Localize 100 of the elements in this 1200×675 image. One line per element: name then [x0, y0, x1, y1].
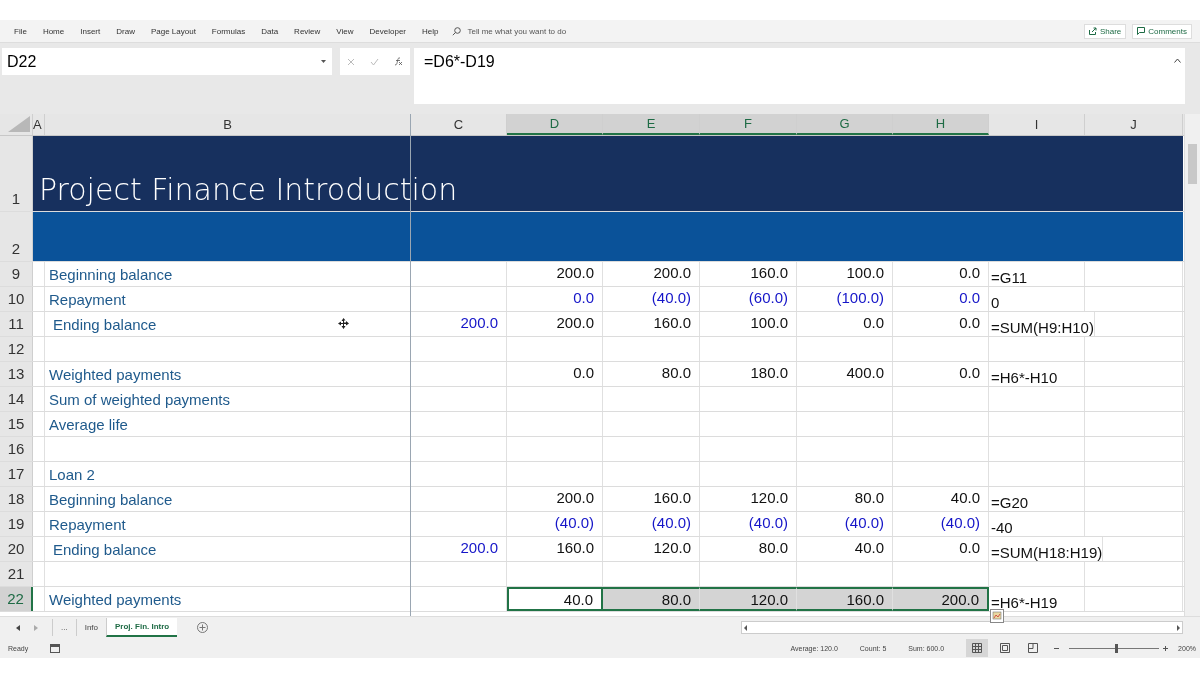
row-header[interactable]: 9	[0, 262, 33, 286]
row-header[interactable]: 1	[0, 136, 33, 211]
column-header[interactable]: E	[603, 114, 700, 135]
row-header[interactable]: 12	[0, 337, 33, 361]
table-cell: 100.0	[797, 262, 893, 286]
table-cell: 160.0	[603, 312, 700, 336]
row-header[interactable]: 10	[0, 287, 33, 311]
table-cell: 200.0	[893, 587, 989, 611]
table-cell: 0.0	[507, 287, 603, 311]
horizontal-scrollbar[interactable]	[741, 621, 1183, 634]
sheet-tab[interactable]: Proj. Fin. Intro	[106, 618, 178, 637]
zoom-slider-thumb[interactable]	[1114, 643, 1118, 653]
column-header[interactable]: G	[797, 114, 893, 135]
table-cell: 160.0	[603, 487, 700, 511]
table-cell: 200.0	[507, 487, 603, 511]
page-break-icon	[1028, 643, 1039, 653]
collapse-icon[interactable]	[1174, 58, 1181, 63]
table-cell: 80.0	[603, 587, 700, 611]
table-cell: (60.0)	[700, 287, 797, 311]
row-header[interactable]: 21	[0, 562, 33, 586]
table-cell: 40.0	[797, 537, 893, 561]
ribbon-tab[interactable]: File	[6, 26, 35, 36]
table-cell: 400.0	[797, 362, 893, 386]
table-cell: 100.0	[700, 312, 797, 336]
table-cell: =SUM(H18:H19)	[989, 537, 1104, 561]
table-cell: (40.0)	[603, 512, 700, 536]
table-cell: 120.0	[700, 487, 797, 511]
ribbon-tab[interactable]: Review	[286, 26, 329, 36]
table-cell: 120.0	[700, 587, 797, 611]
column-header[interactable]: H	[893, 114, 989, 135]
ribbon-tab[interactable]: Formulas	[203, 26, 254, 36]
row-header[interactable]: 15	[0, 412, 33, 436]
sheet-tab[interactable]: ...	[52, 619, 76, 636]
row-header[interactable]: 13	[0, 362, 33, 386]
row-header[interactable]: 14	[0, 387, 33, 411]
ribbon-tab[interactable]: Developer	[361, 26, 414, 36]
table-cell: (40.0)	[603, 287, 700, 311]
row-header[interactable]: 22	[0, 587, 33, 611]
search-field[interactable]: Tell me what you want to do	[465, 25, 610, 37]
macro-record-icon[interactable]	[50, 643, 61, 653]
table-cell: 200.0	[507, 262, 603, 286]
row-header[interactable]: 17	[0, 462, 33, 486]
table-cell: 0.0	[797, 312, 893, 336]
comment-icon	[1137, 27, 1146, 35]
ribbon-tab[interactable]: Data	[253, 26, 287, 36]
comments-button[interactable]: Comments	[1132, 23, 1192, 39]
ribbon-tab[interactable]: Draw	[108, 26, 143, 36]
column-header[interactable]: A	[33, 114, 45, 135]
row-header[interactable]: 20	[0, 537, 33, 561]
table-cell: 80.0	[603, 362, 700, 386]
vertical-scrollbar[interactable]	[1184, 114, 1200, 616]
table-cell: 160.0	[797, 587, 893, 611]
table-cell: (40.0)	[700, 512, 797, 536]
zoom-in-icon[interactable]	[1163, 645, 1169, 651]
grid-view-icon	[972, 643, 983, 653]
column-header[interactable]: D	[507, 114, 603, 135]
ribbon-tab[interactable]: Insert	[72, 26, 109, 36]
previous-sheet-icon[interactable]	[16, 624, 20, 631]
table-cell: 120.0	[603, 537, 700, 561]
table-cell: (40.0)	[797, 512, 893, 536]
row-header[interactable]: 11	[0, 312, 33, 336]
page-layout-icon	[1000, 643, 1011, 653]
row-header[interactable]: 19	[0, 512, 33, 536]
table-cell: 200.0	[507, 312, 603, 336]
scroll-left-icon[interactable]	[742, 623, 750, 632]
ribbon-tab[interactable]: Home	[34, 26, 73, 36]
row-header[interactable]: 2	[0, 212, 33, 261]
search-icon	[452, 26, 462, 36]
table-cell: =G20	[989, 487, 1085, 511]
column-header[interactable]: I	[989, 114, 1085, 135]
share-button[interactable]: Share	[1083, 23, 1127, 39]
table-cell: 200.0	[603, 262, 700, 286]
table-cell: 180.0	[700, 362, 797, 386]
column-header[interactable]: F	[700, 114, 797, 135]
share-icon	[1088, 27, 1097, 35]
row-header[interactable]: 16	[0, 437, 33, 461]
table-cell: =H6*-H10	[989, 362, 1085, 386]
quick-analysis-icon[interactable]	[990, 609, 1004, 623]
row-header[interactable]: 18	[0, 487, 33, 511]
table-cell: =SUM(H9:H10)	[989, 312, 1095, 336]
table-cell: 160.0	[700, 262, 797, 286]
view-button[interactable]	[966, 639, 989, 657]
name-box[interactable]: D22	[2, 48, 332, 75]
function-icon[interactable]	[393, 57, 403, 66]
table-cell: (100.0)	[797, 287, 893, 311]
ribbon-tab[interactable]: Page Layout	[142, 26, 204, 36]
check-icon[interactable]	[370, 57, 379, 66]
ribbon-tab[interactable]: View	[328, 26, 362, 36]
table-cell: -40	[989, 512, 1085, 536]
column-header[interactable]: J	[1085, 114, 1183, 135]
table-cell: (40.0)	[507, 512, 603, 536]
table-cell: 160.0	[507, 537, 603, 561]
table-cell: 0	[989, 287, 1085, 311]
table-cell: 80.0	[700, 537, 797, 561]
dropdown-caret-icon	[321, 60, 326, 63]
formula-field[interactable]: =D6*-D19	[414, 48, 1185, 104]
scroll-right-icon[interactable]	[1174, 623, 1182, 632]
table-cell: 40.0	[507, 587, 603, 611]
ribbon-tab[interactable]: Help	[414, 26, 447, 36]
add-sheet-icon[interactable]	[197, 622, 209, 633]
